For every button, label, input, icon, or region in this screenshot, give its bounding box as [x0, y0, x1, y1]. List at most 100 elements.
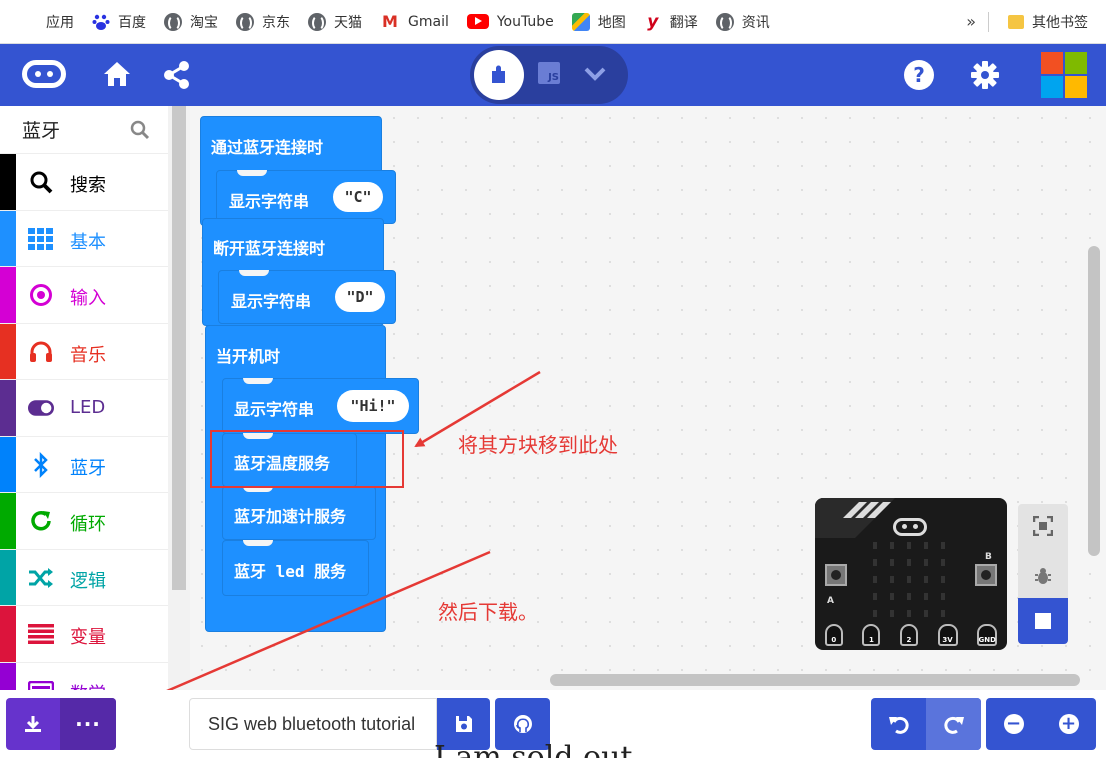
toolbox-scroll-thumb[interactable] [172, 106, 186, 590]
pin-2[interactable]: 2 [899, 624, 918, 646]
javascript-editor-button[interactable]: JS [538, 62, 560, 84]
debug-bug-icon[interactable] [1031, 564, 1055, 588]
category-label: 基本 [70, 231, 106, 253]
redo-button[interactable] [926, 698, 981, 750]
workspace-horizontal-scrollbar[interactable] [550, 674, 1080, 686]
simulator-button-a[interactable] [825, 564, 847, 586]
bookmark-jd[interactable]: 京东 [227, 0, 299, 44]
bookmark-label: 翻译 [669, 14, 698, 31]
category-label: 输入 [70, 288, 106, 309]
target-icon [28, 283, 54, 307]
puzzle-icon [492, 65, 505, 83]
microbit-simulator[interactable]: A B 0 1 2 3V GND [815, 498, 1007, 650]
button-a-label: A [827, 596, 834, 606]
bookmark-tmall[interactable]: 天猫 [299, 0, 371, 44]
bookmark-label: 百度 [118, 14, 146, 31]
category-basic[interactable]: 基本 [0, 210, 168, 267]
category-math[interactable]: 数学 [0, 662, 168, 691]
stop-simulator-button[interactable] [1018, 598, 1068, 644]
editor-toggle: JS [470, 46, 628, 104]
category-color-bar [0, 493, 16, 549]
plus-icon: + [1058, 714, 1079, 734]
download-group: ··· [6, 698, 116, 750]
bookmark-youtube[interactable]: YouTube [458, 0, 563, 44]
bookmark-news[interactable]: 资讯 [707, 0, 779, 44]
bookmarks-bar: 应用 百度 淘宝 京东 天猫 M Gmail YouTube 地图 y 翻译 资… [0, 0, 1106, 44]
undo-icon [888, 716, 909, 734]
bookmark-taobao[interactable]: 淘宝 [155, 0, 227, 44]
help-icon[interactable]: ? [904, 60, 934, 90]
microbit-logo-icon[interactable] [22, 60, 66, 88]
category-music[interactable]: 音乐 [0, 323, 168, 380]
bookmark-maps[interactable]: 地图 [563, 0, 635, 44]
lines-icon [28, 622, 54, 646]
simulator-button-b[interactable] [975, 564, 997, 586]
blocks-workspace[interactable]: 通过蓝牙连接时 显示字符串 "C" 断开蓝牙连接时 显示字符串 "D" 当开机时… [190, 106, 1106, 690]
chevron-down-icon[interactable] [582, 64, 608, 84]
other-bookmarks[interactable]: 其他书签 [999, 0, 1106, 44]
bookmarks-more-button[interactable]: » [954, 0, 988, 44]
fullscreen-icon[interactable] [1031, 514, 1055, 538]
category-bluetooth[interactable]: 蓝牙 [0, 436, 168, 493]
bookmark-translate[interactable]: y 翻译 [635, 0, 707, 44]
search-icon[interactable] [130, 120, 150, 140]
simulator-pins: 0 1 2 3V GND [815, 620, 1007, 650]
bookmark-label: Gmail [408, 13, 449, 30]
youtube-icon [466, 14, 489, 29]
zoom-out-button[interactable]: − [986, 698, 1041, 750]
toggle-icon [28, 396, 54, 420]
category-label: 循环 [70, 514, 106, 535]
category-label: 数学 [70, 680, 106, 691]
calculator-icon [28, 679, 54, 690]
bookmark-baidu[interactable]: 百度 [83, 0, 155, 44]
simulator-corner-stripes [815, 498, 895, 538]
microsoft-logo-icon[interactable] [1041, 52, 1087, 98]
zoom-in-button[interactable]: + [1041, 698, 1096, 750]
pin-3v: 3V [937, 624, 958, 646]
stop-icon [1035, 613, 1051, 629]
pin-0[interactable]: 0 [824, 624, 843, 646]
refresh-icon [28, 509, 54, 533]
category-input[interactable]: 输入 [0, 267, 168, 324]
category-logic[interactable]: 逻辑 [0, 549, 168, 606]
undo-button[interactable] [871, 698, 926, 750]
apps-icon [20, 13, 38, 31]
overlay-watermark-text: I am sold out [434, 740, 633, 758]
globe-icon [715, 12, 734, 31]
toolbox: 蓝牙 搜索 基本 输入 音乐 LED 蓝牙 循环 逻辑 变量 [0, 106, 168, 690]
other-bookmarks-label: 其他书签 [1032, 14, 1088, 31]
home-icon[interactable] [102, 60, 132, 88]
folder-icon [1008, 14, 1024, 29]
category-color-bar [0, 323, 16, 379]
download-button[interactable] [6, 698, 60, 750]
category-loops[interactable]: 循环 [0, 493, 168, 550]
bookmark-label: 资讯 [741, 14, 770, 31]
project-name-input[interactable] [189, 698, 437, 750]
baidu-icon [92, 13, 110, 31]
share-icon[interactable] [162, 60, 192, 90]
category-led[interactable]: LED [0, 380, 168, 437]
maps-icon [571, 12, 590, 31]
pin-gnd: GND [977, 624, 998, 646]
bookmark-apps[interactable]: 应用 [0, 0, 83, 44]
category-color-bar [0, 380, 16, 436]
blocks-editor-button[interactable] [474, 50, 524, 100]
workspace-vertical-scrollbar[interactable] [1088, 246, 1100, 556]
category-label: 音乐 [70, 344, 106, 366]
toolbox-scrollbar[interactable] [168, 106, 190, 690]
bookmark-gmail[interactable]: M Gmail [371, 0, 458, 44]
pin-1[interactable]: 1 [862, 624, 881, 646]
bookmark-label: YouTube [496, 13, 554, 30]
category-search[interactable]: 搜索 [0, 154, 168, 211]
bookmark-label: 地图 [597, 14, 626, 31]
simulator-logo-icon[interactable] [893, 518, 927, 536]
toolbox-search[interactable]: 蓝牙 [0, 106, 168, 154]
download-more-button[interactable]: ··· [60, 698, 116, 750]
bookmark-label: 淘宝 [190, 14, 218, 31]
gear-icon[interactable] [968, 58, 1002, 92]
category-color-bar [0, 606, 16, 662]
category-variables[interactable]: 变量 [0, 606, 168, 663]
bookmarks-divider [988, 11, 989, 32]
toolbox-search-text[interactable]: 蓝牙 [22, 116, 60, 143]
shuffle-icon [28, 566, 54, 590]
